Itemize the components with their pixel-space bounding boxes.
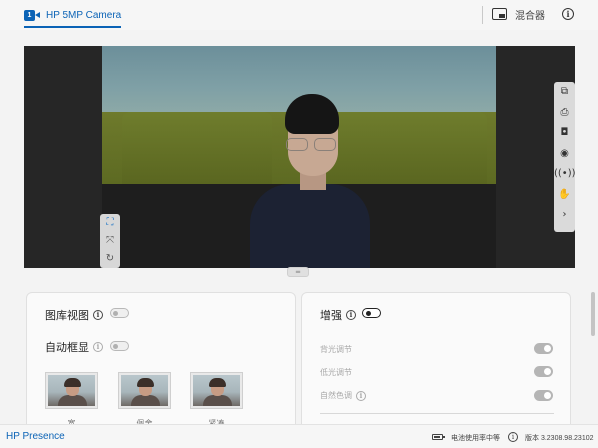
auto-frame-row: 自动框显 i	[45, 339, 103, 355]
camera-icon: 1	[24, 9, 40, 21]
camera-snapshot-icon[interactable]: ◘	[554, 123, 575, 144]
chevron-right-icon[interactable]: ›	[554, 205, 575, 226]
frame-option-wide[interactable]	[45, 372, 98, 409]
info-icon[interactable]: i	[562, 8, 574, 20]
enhance-toggle[interactable]	[362, 308, 381, 318]
battery-icon	[432, 434, 445, 440]
natural-tone-toggle[interactable]	[534, 390, 553, 401]
camera-tab-label: HP 5MP Camera	[46, 9, 122, 21]
video-feed	[102, 46, 496, 268]
low-light-toggle[interactable]	[534, 366, 553, 377]
version-label: 版本 3.2308.98.23102	[525, 435, 594, 442]
pip-icon[interactable]: ⧉	[554, 82, 575, 103]
enhance-label: 增强	[320, 310, 342, 322]
frame-option-tight[interactable]	[190, 372, 243, 409]
rotate-icon[interactable]: ↻	[100, 250, 120, 268]
drag-handle[interactable]: ═	[287, 267, 309, 277]
info-icon[interactable]: i	[93, 310, 103, 320]
resize-icon[interactable]: ⤧	[100, 232, 120, 250]
enhance-row: 增强 i	[320, 307, 356, 323]
mixer-label: 混合器	[515, 10, 545, 22]
auto-frame-label: 自动框显	[45, 342, 89, 354]
natural-tone-row: 自然色调 i	[320, 390, 366, 401]
top-bar: 1 HP 5MP Camera 混合器 i	[0, 0, 598, 30]
backlight-toggle[interactable]	[534, 343, 553, 354]
framing-toolbar: ⛶ ⤧ ↻	[100, 214, 120, 268]
print-icon[interactable]: ⎙	[554, 103, 575, 124]
divider	[320, 413, 554, 414]
record-icon[interactable]: ◉	[554, 144, 575, 165]
hand-icon[interactable]: ✋	[554, 185, 575, 206]
framing-panel: 图库视图 i 自动框显 i 宽 佩舍 紧凑	[26, 292, 296, 432]
auto-frame-toggle[interactable]	[110, 341, 129, 351]
backlight-row: 背光调节	[320, 344, 352, 355]
preview-toolbar: ⧉ ⎙ ◘ ◉ ((•)) ✋ ›	[554, 82, 576, 232]
brand-label: HP Presence	[6, 431, 65, 442]
low-light-label: 低光调节	[320, 368, 352, 377]
scrollbar[interactable]	[591, 292, 595, 336]
natural-tone-label: 自然色调	[320, 391, 352, 400]
crop-frame-icon[interactable]: ⛶	[100, 214, 120, 232]
frame-option-medium[interactable]	[118, 372, 171, 409]
info-icon[interactable]: i	[346, 310, 356, 320]
tab-hp-5mp-camera[interactable]: 1 HP 5MP Camera	[24, 4, 122, 28]
info-icon[interactable]: i	[508, 432, 518, 442]
info-icon[interactable]: i	[356, 390, 366, 401]
mixer-button[interactable]: 混合器	[492, 5, 545, 23]
status-bar: HP Presence 电池使用率中等 i 版本 3.2308.98.23102	[0, 424, 598, 448]
person-in-frame	[250, 94, 370, 268]
enhance-panel: 增强 i 背光调节 低光调节 自然色调 i	[301, 292, 571, 432]
low-light-row: 低光调节	[320, 367, 352, 378]
picture-in-picture-icon	[492, 8, 507, 20]
gallery-view-label: 图库视图	[45, 310, 89, 322]
backlight-label: 背光调节	[320, 345, 352, 354]
active-tab-underline	[24, 26, 122, 28]
info-icon[interactable]: i	[93, 342, 103, 352]
gallery-view-row: 图库视图 i	[45, 307, 103, 323]
battery-status: 电池使用率中等	[451, 435, 500, 442]
divider	[482, 6, 483, 24]
gallery-view-toggle[interactable]	[110, 308, 129, 318]
broadcast-icon[interactable]: ((•))	[554, 164, 576, 185]
